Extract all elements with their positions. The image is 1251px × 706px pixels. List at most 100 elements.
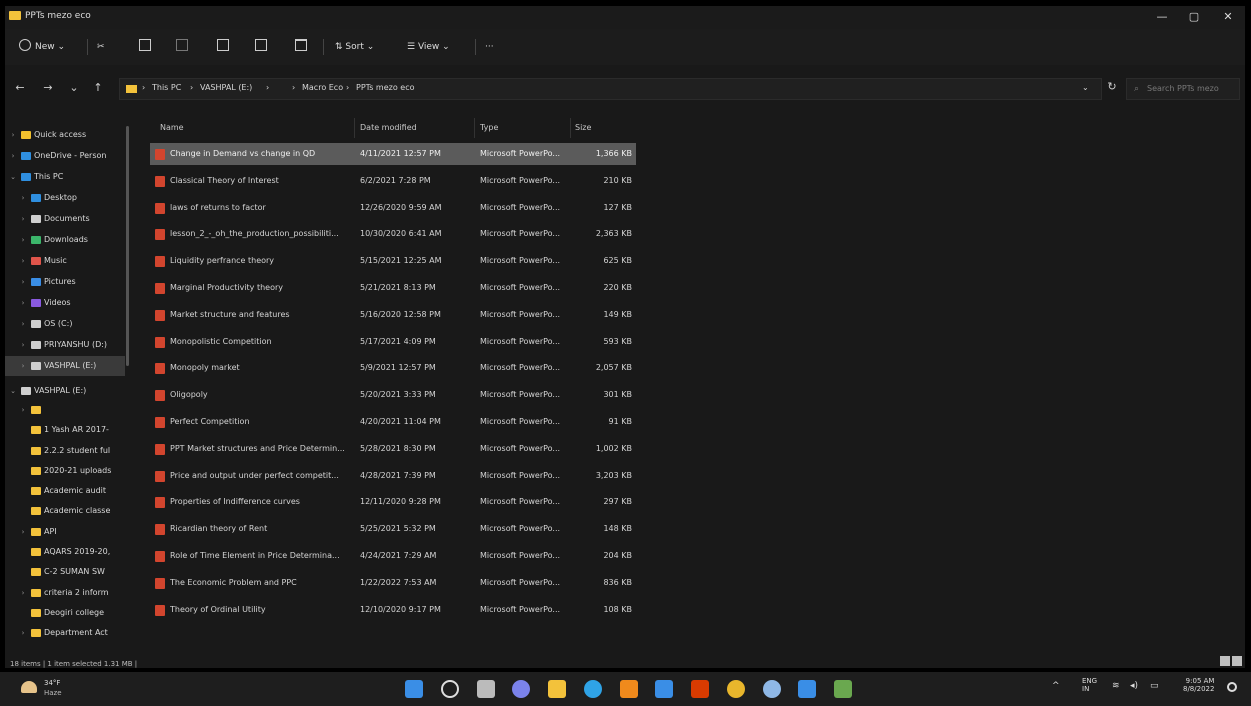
network-icon[interactable] bbox=[763, 680, 781, 698]
tiles-view-icon[interactable] bbox=[1232, 656, 1242, 666]
expand-chevron-icon[interactable]: › bbox=[9, 125, 17, 145]
sidebar-item[interactable]: › Quick access bbox=[5, 125, 125, 145]
sidebar-item[interactable]: › bbox=[5, 400, 125, 420]
column-divider[interactable] bbox=[570, 118, 571, 138]
file-row[interactable]: Market structure and features 5/16/2020 1… bbox=[150, 304, 636, 326]
sidebar-item[interactable]: 1 Yash AR 2017- bbox=[5, 420, 125, 440]
file-row[interactable]: Perfect Competition 4/20/2021 11:04 PM Mic… bbox=[150, 411, 636, 433]
vlc-icon[interactable] bbox=[620, 680, 638, 698]
notification-icon[interactable] bbox=[1227, 682, 1237, 692]
task-view-icon[interactable] bbox=[477, 680, 495, 698]
sidebar-item[interactable]: › Music bbox=[5, 251, 125, 271]
file-row[interactable]: Price and output under perfect competit.… bbox=[150, 465, 636, 487]
sidebar-item[interactable]: Deogiri college bbox=[5, 603, 125, 623]
sidebar-item[interactable]: › Pictures bbox=[5, 272, 125, 292]
sidebar-item[interactable]: C-2 SUMAN SW bbox=[5, 562, 125, 582]
column-header-size[interactable]: Size bbox=[575, 118, 591, 138]
file-row[interactable]: Liquidity perfrance theory 5/15/2021 12:2… bbox=[150, 250, 636, 272]
sidebar-item[interactable]: › OS (C:) bbox=[5, 314, 125, 334]
hidden-icons-chevron-icon[interactable]: ^ bbox=[1052, 681, 1060, 691]
expand-chevron-icon[interactable]: ⌄ bbox=[9, 381, 17, 401]
breadcrumb-macro-eco[interactable]: Macro Eco bbox=[302, 83, 343, 92]
column-header-date[interactable]: Date modified bbox=[360, 118, 417, 138]
file-row[interactable]: Classical Theory of Interest 6/2/2021 7:2… bbox=[150, 170, 636, 192]
search-box[interactable]: ⌕ Search PPTs mezo bbox=[1126, 78, 1240, 100]
expand-chevron-icon[interactable]: › bbox=[19, 314, 27, 334]
sidebar-scrollbar[interactable] bbox=[126, 126, 129, 366]
sidebar-item[interactable]: 2020-21 uploads bbox=[5, 461, 125, 481]
mail-icon[interactable] bbox=[798, 680, 816, 698]
clock[interactable]: 9:05 AM 8/8/2022 bbox=[1183, 677, 1214, 693]
wifi-icon[interactable]: ≋ bbox=[1112, 681, 1120, 691]
paste-button[interactable] bbox=[176, 39, 192, 55]
address-history-chevron-icon[interactable]: ⌄ bbox=[1082, 83, 1089, 92]
search-icon[interactable] bbox=[441, 680, 459, 698]
file-row[interactable]: Theory of Ordinal Utility 12/10/2020 9:17… bbox=[150, 599, 636, 621]
sidebar-item[interactable]: ⌄ This PC bbox=[5, 167, 125, 187]
sidebar-item[interactable]: Academic audit bbox=[5, 481, 125, 501]
start-icon[interactable] bbox=[405, 680, 423, 698]
expand-chevron-icon[interactable]: › bbox=[19, 335, 27, 355]
expand-chevron-icon[interactable]: › bbox=[19, 293, 27, 313]
maximize-button[interactable]: ▢ bbox=[1180, 9, 1208, 25]
file-row[interactable]: Marginal Productivity theory 5/21/2021 8:… bbox=[150, 277, 636, 299]
expand-chevron-icon[interactable]: › bbox=[19, 230, 27, 250]
chat-icon[interactable] bbox=[512, 680, 530, 698]
sidebar-item[interactable]: ⌄ VASHPAL (E:) bbox=[5, 381, 125, 401]
file-row[interactable]: The Economic Problem and PPC 1/22/2022 7:… bbox=[150, 572, 636, 594]
more-options-button[interactable]: ··· bbox=[485, 39, 494, 55]
expand-chevron-icon[interactable]: › bbox=[19, 356, 27, 376]
rename-button[interactable] bbox=[217, 39, 233, 55]
sidebar-item[interactable]: › VASHPAL (E:) bbox=[5, 356, 125, 376]
refresh-icon[interactable]: ↻ bbox=[1103, 80, 1121, 98]
expand-chevron-icon[interactable]: › bbox=[9, 146, 17, 166]
file-row[interactable]: Ricardian theory of Rent 5/25/2021 5:32 P… bbox=[150, 518, 636, 540]
file-row[interactable]: laws of returns to factor 12/26/2020 9:59… bbox=[150, 197, 636, 219]
forward-arrow-icon[interactable]: → bbox=[41, 81, 55, 95]
file-row[interactable]: Properties of Indifference curves 12/11/2… bbox=[150, 491, 636, 513]
expand-chevron-icon[interactable]: ⌄ bbox=[9, 167, 17, 187]
expand-chevron-icon[interactable]: › bbox=[19, 272, 27, 292]
up-arrow-icon[interactable]: ↑ bbox=[91, 81, 105, 95]
new-button[interactable]: New ⌄ bbox=[19, 39, 65, 55]
sidebar-item[interactable]: Academic classe bbox=[5, 501, 125, 521]
breadcrumb-current-folder[interactable]: PPTs mezo eco bbox=[356, 83, 415, 92]
file-row[interactable]: Monopoly market 5/9/2021 12:57 PM Microsof… bbox=[150, 357, 636, 379]
sidebar-item[interactable]: › Downloads bbox=[5, 230, 125, 250]
sidebar-item[interactable]: › Department Act bbox=[5, 623, 125, 643]
sidebar-item[interactable]: › criteria 2 inform bbox=[5, 583, 125, 603]
expand-chevron-icon[interactable]: › bbox=[19, 251, 27, 271]
file-row[interactable]: Oligopoly 5/20/2021 3:33 PM Microsoft Powe… bbox=[150, 384, 636, 406]
column-divider[interactable] bbox=[474, 118, 475, 138]
file-row[interactable]: Monopolistic Competition 5/17/2021 4:09 P… bbox=[150, 331, 636, 353]
battery-icon[interactable]: ▭ bbox=[1150, 681, 1159, 691]
details-view-icon[interactable] bbox=[1220, 656, 1230, 666]
column-header-name[interactable]: Name bbox=[160, 118, 184, 138]
expand-chevron-icon[interactable]: › bbox=[19, 522, 27, 542]
sidebar-item[interactable]: › Videos bbox=[5, 293, 125, 313]
chrome-icon[interactable] bbox=[727, 680, 745, 698]
view-button[interactable]: ☰ View ⌄ bbox=[407, 39, 450, 55]
expand-chevron-icon[interactable]: › bbox=[19, 583, 27, 603]
recent-chevron-icon[interactable]: ⌄ bbox=[67, 81, 81, 95]
office-icon[interactable] bbox=[691, 680, 709, 698]
edge-icon[interactable] bbox=[584, 680, 602, 698]
expand-chevron-icon[interactable]: › bbox=[19, 188, 27, 208]
store-icon[interactable] bbox=[655, 680, 673, 698]
expand-chevron-icon[interactable]: › bbox=[19, 623, 27, 643]
file-row[interactable]: PPT Market structures and Price Determin… bbox=[150, 438, 636, 460]
sidebar-item[interactable]: 2.2.2 student ful bbox=[5, 441, 125, 461]
file-row[interactable]: Role of Time Element in Price Determina.… bbox=[150, 545, 636, 567]
file-row[interactable]: lesson_2_-_oh_the_production_possibiliti… bbox=[150, 223, 636, 245]
sidebar-item[interactable]: › Desktop bbox=[5, 188, 125, 208]
file-explorer-icon[interactable] bbox=[548, 680, 566, 698]
sidebar-item[interactable]: › API bbox=[5, 522, 125, 542]
column-header-type[interactable]: Type bbox=[480, 118, 498, 138]
share-button[interactable] bbox=[255, 39, 271, 55]
sidebar-item[interactable]: › PRIYANSHU (D:) bbox=[5, 335, 125, 355]
extra-app-icon[interactable] bbox=[834, 680, 852, 698]
sort-button[interactable]: ⇅ Sort ⌄ bbox=[335, 39, 374, 55]
expand-chevron-icon[interactable]: › bbox=[19, 209, 27, 229]
cut-button[interactable]: ✂ bbox=[97, 39, 105, 55]
breadcrumb-drive[interactable]: VASHPAL (E:) bbox=[200, 83, 252, 92]
